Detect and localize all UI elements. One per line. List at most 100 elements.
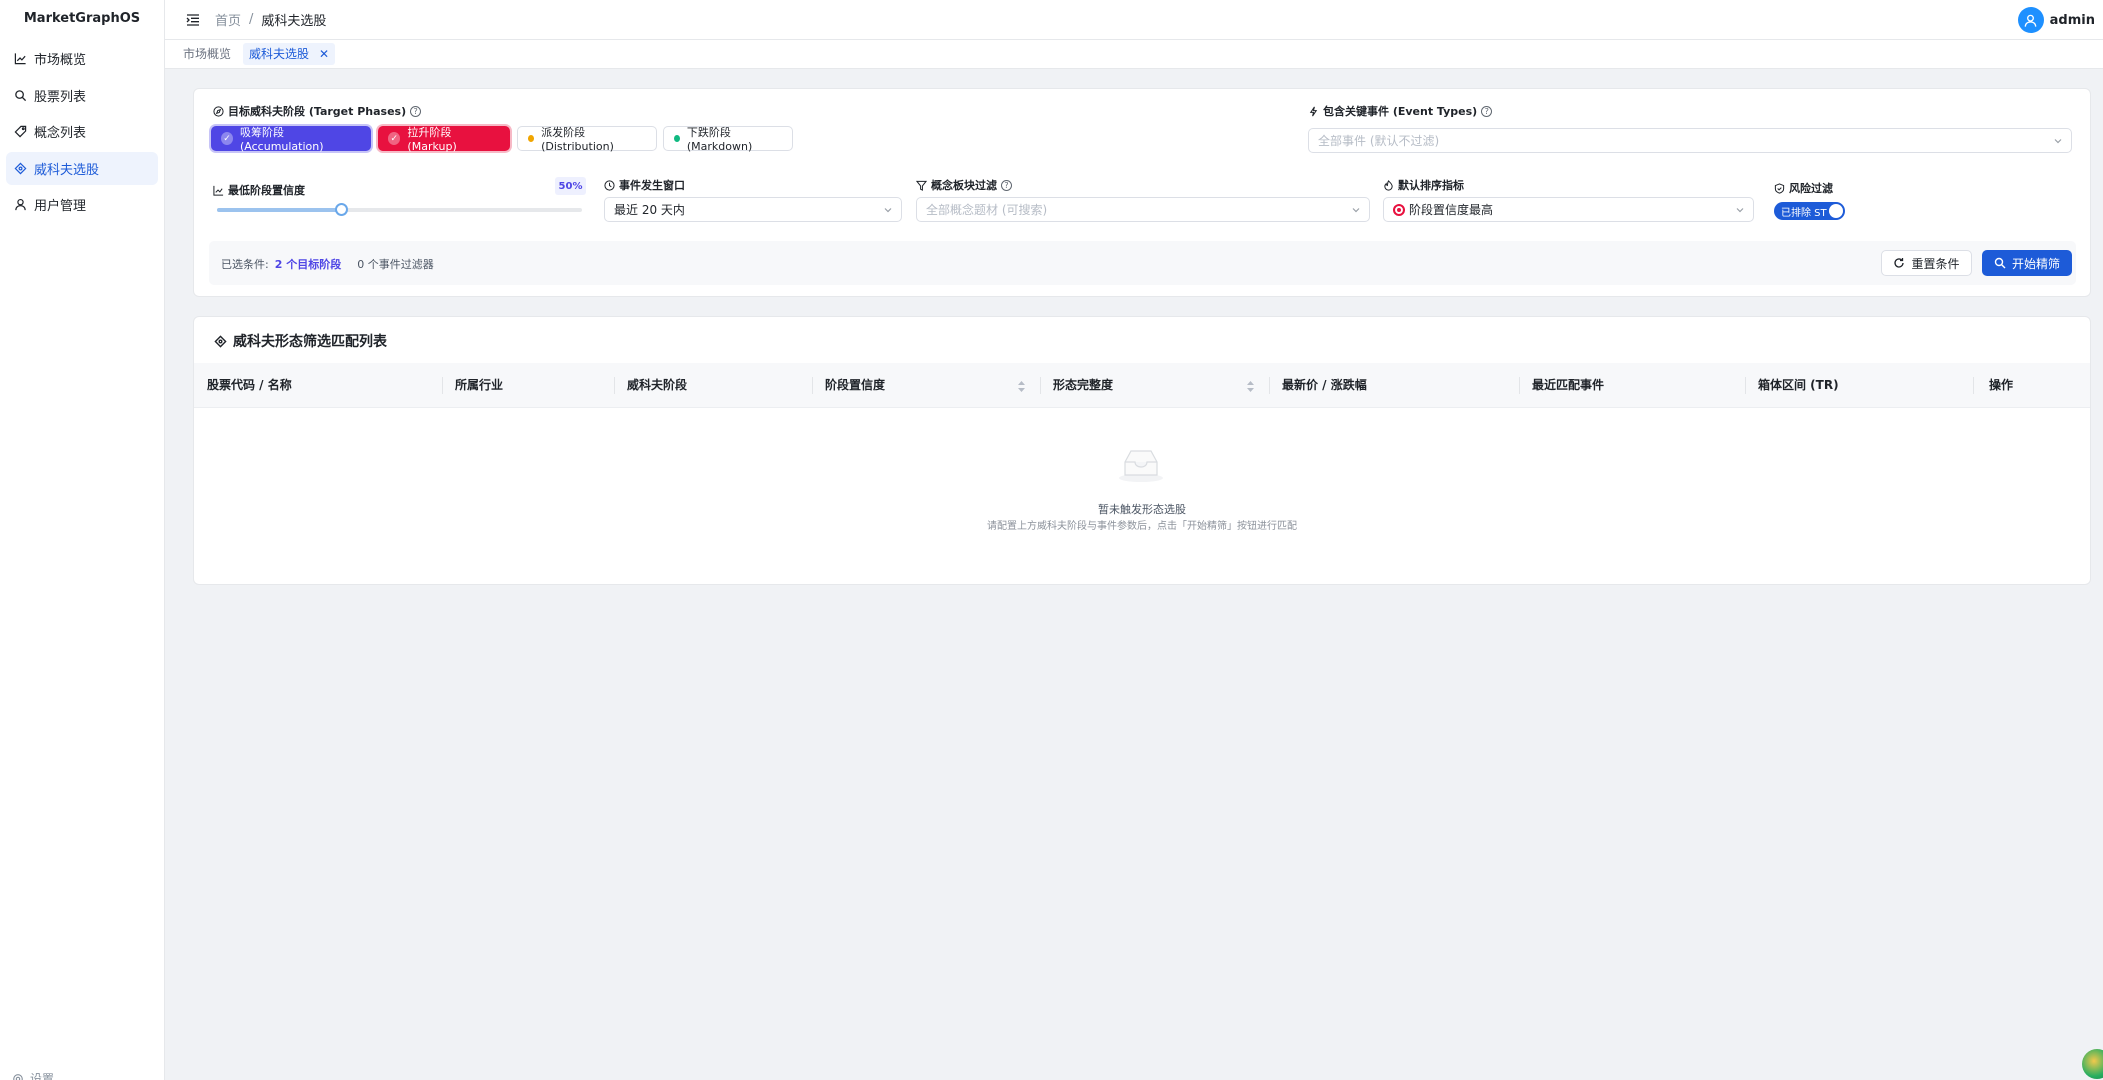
min-confidence-value: 50% [555, 177, 586, 195]
column-header-stock[interactable]: 股票代码 / 名称 [207, 363, 292, 408]
results-panel: 威科夫形态筛选匹配列表 股票代码 / 名称 所属行业 威科夫阶段 阶段置信度 形… [193, 316, 2091, 585]
column-header-phase[interactable]: 威科夫阶段 [627, 363, 687, 408]
close-icon[interactable]: ✕ [319, 43, 329, 65]
sidebar-item-wyckoff[interactable]: 威科夫选股 [6, 151, 158, 185]
sort-icon[interactable] [1018, 381, 1025, 392]
column-header-actions: 操作 [1989, 378, 2014, 392]
sidebar-item-label: 威科夫选股 [34, 162, 100, 178]
check-icon: ✓ [388, 132, 401, 145]
menu-fold-icon[interactable] [185, 12, 201, 28]
column-divider [1519, 377, 1520, 394]
sidebar-settings-label: 设置 [30, 1072, 55, 1080]
column-divider [1973, 377, 1974, 394]
help-icon[interactable]: ? [1001, 179, 1012, 191]
breadcrumb-home[interactable]: 首页 [215, 10, 241, 29]
status-dot [674, 135, 680, 142]
empty-state-title: 暂未触发形态选股 [1098, 503, 1186, 516]
avatar [2017, 7, 2044, 33]
lightning-icon [1309, 106, 1318, 116]
column-header-price[interactable]: 最新价 / 涨跌幅 [1282, 363, 1367, 408]
sidebar-item-settings[interactable]: 设置 [12, 1070, 54, 1080]
slider-handle[interactable] [335, 203, 349, 216]
phase-markdown-button[interactable]: 下跌阶段 (Markdown) [663, 126, 793, 153]
chevron-down-icon [2054, 139, 2062, 144]
sort-metric-label: 默认排序指标 [1383, 177, 1464, 193]
selection-summary: 已选条件: 2 个目标阶段 0 个事件过滤器 重置条件 开始精筛 [209, 241, 2076, 285]
top-header: 首页 / 威科夫选股 admin [165, 0, 2103, 40]
event-window-select[interactable]: 最近 20 天内 [604, 197, 902, 222]
target-icon [1393, 203, 1405, 216]
gear-icon [13, 1073, 23, 1080]
sidebar-item-market-overview[interactable]: 市场概览 [6, 42, 158, 75]
chevron-down-icon [884, 208, 892, 213]
filter-icon [916, 180, 927, 191]
event-window-label: 事件发生窗口 [604, 177, 685, 193]
column-divider [1745, 377, 1746, 394]
column-header-completeness[interactable]: 形态完整度 [1053, 363, 1113, 408]
sort-metric-select[interactable]: 阶段置信度最高 [1383, 197, 1754, 222]
summary-phases-count: 2 个目标阶段 [274, 258, 342, 271]
user-icon [2024, 14, 2037, 27]
column-header-industry[interactable]: 所属行业 [455, 363, 503, 408]
phase-markup-button[interactable]: ✓ 拉升阶段 (Markup) [378, 126, 510, 153]
min-confidence-slider[interactable] [217, 203, 582, 216]
sidebar-nav: 市场概览 股票列表 概念列表 威科夫选股 用户管理 [0, 38, 164, 229]
column-divider [442, 377, 443, 394]
sidebar-item-concept-list[interactable]: 概念列表 [6, 115, 158, 148]
target-phases-label: 目标威科夫阶段 (Target Phases) ? [213, 103, 422, 119]
chevron-down-icon [1352, 208, 1360, 213]
sidebar-item-label: 用户管理 [34, 199, 87, 214]
phase-distribution-button[interactable]: 派发阶段 (Distribution) [517, 126, 657, 153]
search-icon [15, 89, 27, 101]
inbox-icon [1119, 450, 1163, 482]
results-title: 威科夫形态筛选匹配列表 [214, 331, 387, 351]
user-menu[interactable]: admin [2017, 7, 2095, 33]
column-header-recent-event[interactable]: 最近匹配事件 [1532, 363, 1604, 408]
check-icon: ✓ [221, 132, 233, 145]
help-icon[interactable]: ? [1481, 105, 1493, 117]
concept-filter-select[interactable]: 全部概念题材 (可搜索) [916, 197, 1370, 222]
event-types-select[interactable]: 全部事件 (默认不过滤) [1308, 128, 2072, 153]
brand-logo: MarketGraphOS [23, 11, 141, 26]
phase-accumulation-button[interactable]: ✓ 吸筹阶段 (Accumulation) [211, 126, 371, 153]
sidebar-item-label: 概念列表 [34, 126, 87, 141]
line-chart-icon [14, 53, 26, 65]
breadcrumb-separator: / [249, 12, 254, 27]
tabs-bar: 市场概览 威科夫选股 ✕ [165, 40, 2103, 69]
help-icon[interactable]: ? [410, 105, 422, 117]
reset-button[interactable]: 重置条件 [1881, 250, 1972, 276]
min-confidence-label: 最低阶段置信度 [213, 182, 305, 198]
toggle-knob [1829, 204, 1843, 218]
line-chart-icon [213, 185, 224, 196]
user-name: admin [2049, 12, 2095, 28]
column-divider [614, 377, 615, 394]
chevron-down-icon [1736, 208, 1744, 213]
start-screening-button[interactable]: 开始精筛 [1982, 250, 2072, 276]
column-header-trading-range[interactable]: 箱体区间 (TR) [1758, 363, 1839, 408]
target-icon [14, 162, 27, 174]
summary-text: 已选条件: 2 个目标阶段 0 个事件过滤器 [221, 258, 434, 271]
column-divider [1040, 377, 1041, 394]
target-icon [214, 334, 227, 348]
empty-state-subtitle: 请配置上方威科夫阶段与事件参数后，点击「开始精筛」按钮进行匹配 [987, 521, 1297, 532]
sort-icon[interactable] [1247, 381, 1254, 392]
risk-filter-label: 风险过滤 [1774, 180, 1833, 196]
summary-events-count: 0 个事件过滤器 [357, 258, 434, 271]
tab-market-overview[interactable]: 市场概览 [177, 43, 237, 65]
exclude-st-toggle[interactable]: 已排除 ST [1774, 202, 1845, 220]
user-icon [15, 198, 26, 211]
status-dot [528, 135, 535, 142]
assistant-float-icon[interactable] [2082, 1049, 2103, 1079]
tab-wyckoff[interactable]: 威科夫选股 ✕ [243, 43, 336, 65]
compass-icon [213, 105, 224, 117]
refresh-icon [1894, 258, 1905, 268]
sidebar-item-stock-list[interactable]: 股票列表 [6, 79, 158, 112]
sidebar-item-label: 市场概览 [34, 53, 87, 68]
breadcrumb-current: 威科夫选股 [261, 14, 327, 29]
column-header-confidence[interactable]: 阶段置信度 [825, 363, 885, 408]
table-header: 股票代码 / 名称 所属行业 威科夫阶段 阶段置信度 形态完整度 最新价 / 涨… [194, 363, 2090, 408]
shield-icon [1774, 182, 1785, 194]
sidebar-item-user-management[interactable]: 用户管理 [6, 188, 158, 221]
sidebar-item-label: 股票列表 [34, 89, 87, 105]
column-divider [1269, 377, 1270, 394]
